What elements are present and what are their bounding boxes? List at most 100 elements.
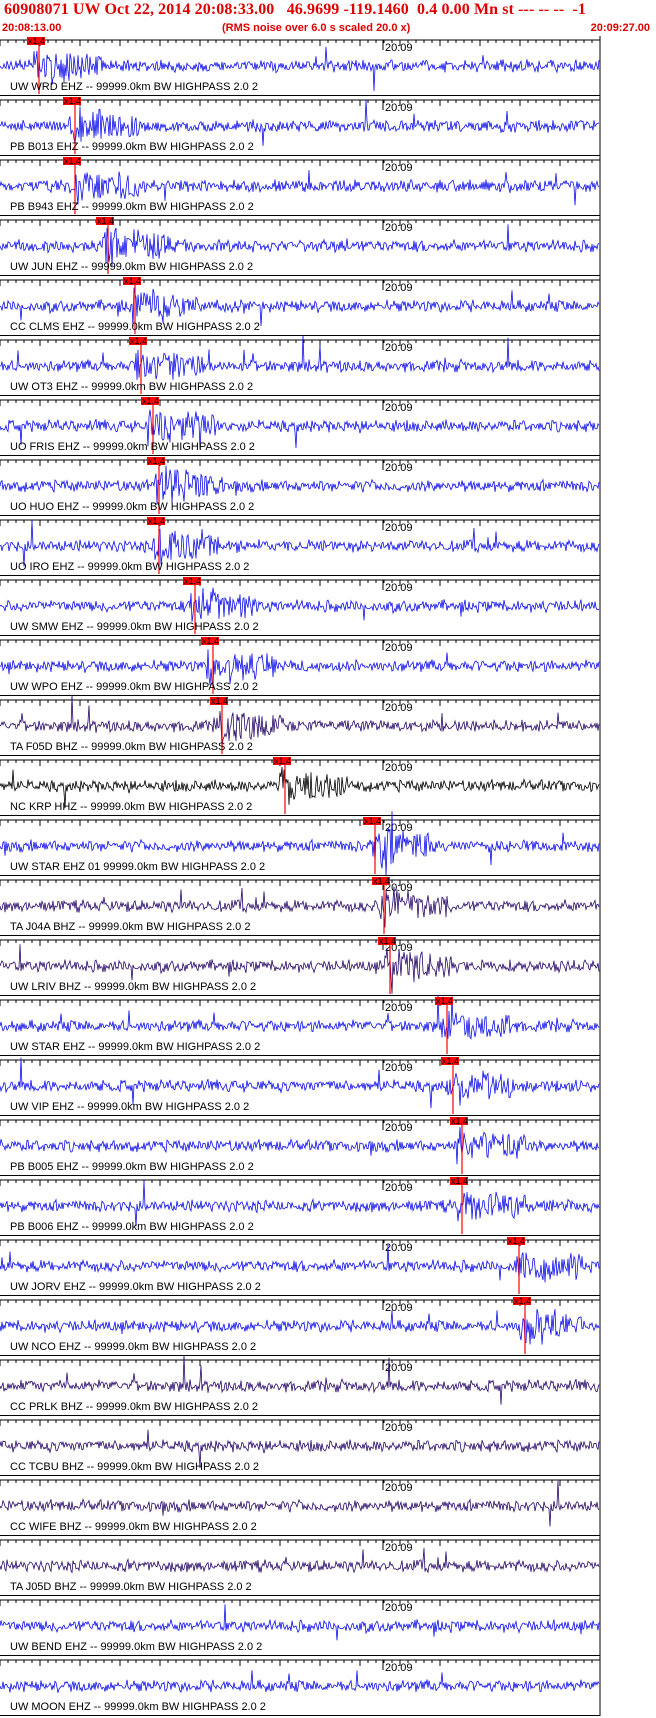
- pick-label: x1.4: [64, 156, 81, 166]
- end-time: 20:09:27.00: [590, 22, 650, 34]
- axis-ticks: [0, 400, 601, 406]
- station-label: PB B013 EHZ -- 99999.0km BW HIGHPASS 2.0…: [10, 141, 254, 153]
- axis-ticks: [0, 1060, 601, 1066]
- minute-label: 20:09: [385, 1122, 413, 1134]
- axis-ticks: [0, 460, 601, 466]
- station-label: CC PRLK BHZ -- 99999.0km BW HIGHPASS 2.0…: [10, 1401, 258, 1413]
- pick-label: x1.4: [97, 216, 114, 226]
- station-label: UW STAR EHZ 01 99999.0km BW HIGHPASS 2.0…: [10, 861, 265, 873]
- pick-label: x1.4: [64, 96, 81, 106]
- waveform-trace: [0, 170, 600, 206]
- axis-ticks: [0, 1600, 601, 1606]
- waveform-trace: [0, 520, 600, 567]
- plot-header: 60908071 UW Oct 22, 2014 20:08:33.00 46.…: [0, 0, 656, 36]
- minute-label: 20:09: [385, 522, 413, 534]
- axis-ticks: [0, 1000, 601, 1006]
- waveform-trace: [0, 1604, 600, 1641]
- station-label: CC TCBU BHZ -- 99999.0km BW HIGHPASS 2.0…: [10, 1461, 259, 1473]
- pick-label: x1.4: [451, 1116, 468, 1126]
- pick-label: x1.4: [124, 276, 141, 286]
- station-label: CC CLMS EHZ -- 99999.0km BW HIGHPASS 2.0…: [10, 321, 260, 333]
- pick-label: x1.4: [148, 456, 165, 466]
- pick-label: x1.4: [508, 1236, 525, 1246]
- pick-label: x1.4: [28, 36, 45, 46]
- axis-ticks: [0, 100, 601, 106]
- minute-label: 20:09: [385, 1662, 413, 1674]
- station-label: PB B006 EHZ -- 99999.0km BW HIGHPASS 2.0…: [10, 1221, 254, 1233]
- axis-ticks: [0, 340, 601, 346]
- minute-label: 20:09: [385, 102, 413, 114]
- station-label: PB B943 EHZ -- 99999.0km BW HIGHPASS 2.0…: [10, 201, 254, 213]
- axis-ticks: [0, 520, 601, 526]
- axis-ticks: [0, 1480, 601, 1486]
- waveform-trace: [0, 694, 600, 747]
- pick-label: x1.4: [514, 1296, 531, 1306]
- minute-label: 20:09: [385, 1302, 413, 1314]
- pick-label: x1.4: [202, 636, 219, 646]
- station-label: UW JUN EHZ -- 99999.0km BW HIGHPASS 2.0 …: [10, 261, 253, 273]
- axis-ticks: [0, 1660, 601, 1666]
- waveform-trace: [0, 1547, 600, 1574]
- station-label: UW LRIV BHZ -- 99999.0km BW HIGHPASS 2.0…: [10, 981, 256, 993]
- station-label: NC KRP HHZ -- 99999.0km BW HIGHPASS 2.0 …: [10, 801, 252, 813]
- pick-label: x1.4: [451, 1176, 468, 1186]
- pick-label: x1.4: [364, 816, 381, 826]
- waveform-trace: [0, 465, 600, 505]
- station-label: UO IRO EHZ -- 99999.0km BW HIGHPASS 2.0 …: [10, 561, 249, 573]
- axis-ticks: [0, 40, 601, 46]
- waveform-trace: [0, 994, 600, 1040]
- station-label: UW STAR EHZ -- 99999.0km BW HIGHPASS 2.0…: [10, 1041, 260, 1053]
- station-label: UW VIP EHZ -- 99999.0km BW HIGHPASS 2.0 …: [10, 1101, 249, 1113]
- start-time: 20:08:13.00: [2, 22, 62, 34]
- waveform-trace: [0, 1180, 600, 1227]
- axis-ticks: [0, 640, 601, 646]
- axis-ticks: [0, 1300, 601, 1306]
- minute-label: 20:09: [385, 1182, 413, 1194]
- minute-label: 20:09: [385, 642, 413, 654]
- minute-label: 20:09: [385, 762, 413, 774]
- station-label: UO FRIS EHZ -- 99999.0km BW HIGHPASS 2.0…: [10, 441, 255, 453]
- axis-ticks: [0, 160, 601, 166]
- axis-ticks: [0, 940, 601, 946]
- axis-ticks: [0, 1120, 601, 1126]
- waveform-trace: [0, 587, 600, 622]
- minute-label: 20:09: [385, 1482, 413, 1494]
- pick-label: x1.4: [379, 936, 396, 946]
- minute-label: 20:09: [385, 702, 413, 714]
- pick-label: x1.4: [274, 756, 291, 766]
- station-label: PB B005 EHZ -- 99999.0km BW HIGHPASS 2.0…: [10, 1161, 254, 1173]
- axis-ticks: [0, 880, 601, 886]
- station-label: UW SMW EHZ -- 99999.0km BW HIGHPASS 2.0 …: [10, 621, 259, 633]
- waveform-trace: [0, 334, 600, 380]
- axis-ticks: [0, 580, 601, 586]
- axis-ticks: [0, 700, 601, 706]
- waveform-trace: [0, 1244, 600, 1283]
- minute-label: 20:09: [385, 462, 413, 474]
- minute-label: 20:09: [385, 1002, 413, 1014]
- station-label: UW MOON EHZ -- 99999.0km BW HIGHPASS 2.0…: [10, 1701, 266, 1713]
- minute-label: 20:09: [385, 1062, 413, 1074]
- pick-label: x1.4: [130, 336, 147, 346]
- event-title: 60908071 UW Oct 22, 2014 20:08:33.00 46.…: [4, 1, 587, 18]
- minute-label: 20:09: [385, 402, 413, 414]
- station-label: CC WIFE BHZ -- 99999.0km BW HIGHPASS 2.0…: [10, 1521, 257, 1533]
- axis-ticks: [0, 1180, 601, 1186]
- minute-label: 20:09: [385, 1542, 413, 1554]
- station-label: UW BEND EHZ -- 99999.0km BW HIGHPASS 2.0…: [10, 1641, 262, 1653]
- station-label: UW OT3 EHZ -- 99999.0km BW HIGHPASS 2.0 …: [10, 381, 253, 393]
- axis-ticks: [0, 280, 601, 286]
- seismogram-plot: 20:09 x1.4 UW WRD EHZ -- 99999.0km BW HIGH…: [0, 36, 601, 1716]
- axis-ticks: [0, 1420, 601, 1426]
- pick-label: x1.4: [148, 516, 165, 526]
- station-label: TA J04A BHZ -- 99999.0km BW HIGHPASS 2.0…: [10, 921, 250, 933]
- minute-label: 20:09: [385, 582, 413, 594]
- waveform-trace: [0, 1670, 600, 1693]
- station-label: UW WPO EHZ -- 99999.0km BW HIGHPASS 2.0 …: [10, 681, 258, 693]
- pick-label: x1.4: [142, 396, 159, 406]
- minute-label: 20:09: [385, 342, 413, 354]
- station-label: UW JORV EHZ -- 99999.0km BW HIGHPASS 2.0…: [10, 1281, 261, 1293]
- waveform-trace: [0, 1480, 600, 1527]
- minute-label: 20:09: [385, 1422, 413, 1434]
- minute-label: 20:09: [385, 822, 413, 834]
- pick-label: x1.4: [442, 1056, 459, 1066]
